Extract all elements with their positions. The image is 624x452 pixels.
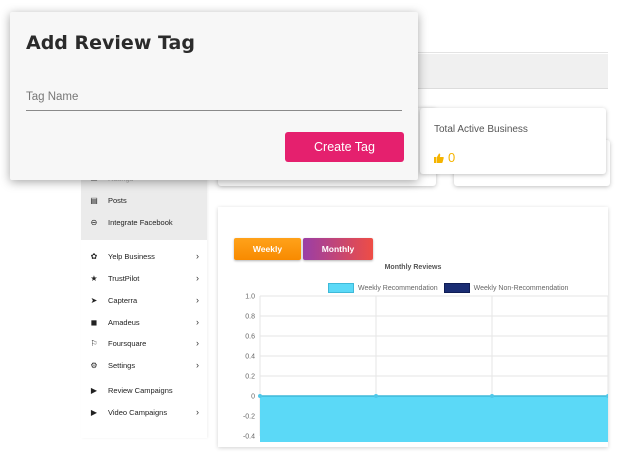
sub-header-bar bbox=[412, 54, 608, 89]
create-tag-button[interactable]: Create Tag bbox=[285, 132, 404, 162]
chevron-right-icon: › bbox=[196, 360, 199, 370]
gear-icon: ⚙ bbox=[90, 360, 98, 370]
thumbs-up-icon bbox=[434, 153, 444, 163]
card-label: Total Active Business bbox=[434, 124, 528, 135]
sidebar-item-label: Amadeus bbox=[108, 317, 140, 327]
sidebar-item-label: Yelp Business bbox=[108, 251, 155, 261]
card-value: 0 bbox=[434, 150, 455, 165]
total-active-business-card: Total Active Business 0 bbox=[420, 108, 606, 174]
capterra-icon: ➤ bbox=[90, 295, 98, 305]
series-area-recommendation bbox=[260, 396, 608, 442]
sidebar-item-yelp-business[interactable]: ✿ Yelp Business › bbox=[89, 249, 201, 263]
data-point[interactable] bbox=[490, 394, 494, 398]
monthly-reviews-panel: Weekly Monthly Monthly Reviews Weekly Re… bbox=[218, 207, 608, 447]
sidebar-item-label: TrustPilot bbox=[108, 273, 140, 283]
sidebar: ▭ Ratings ▤ Posts ⊖ Integrate Facebook ✿… bbox=[81, 168, 207, 438]
y-tick-label: 0 bbox=[251, 394, 255, 401]
sidebar-item-label: Capterra bbox=[108, 295, 138, 305]
link-icon: ⊖ bbox=[90, 217, 98, 227]
sidebar-item-integrate-facebook[interactable]: ⊖ Integrate Facebook bbox=[89, 215, 201, 229]
sidebar-item-trustpilot[interactable]: ★ TrustPilot › bbox=[89, 271, 201, 285]
y-tick-label: 0.8 bbox=[245, 314, 255, 321]
y-tick-label: 0.2 bbox=[245, 374, 255, 381]
video-icon: ▶ bbox=[90, 385, 98, 395]
posts-icon: ▤ bbox=[90, 195, 98, 205]
sidebar-item-label: Review Campaigns bbox=[108, 385, 173, 395]
sidebar-item-label: Posts bbox=[108, 195, 127, 205]
star-icon: ★ bbox=[90, 273, 98, 283]
sidebar-item-foursquare[interactable]: ⚐ Foursquare › bbox=[89, 336, 201, 350]
y-tick-label: 0.4 bbox=[245, 354, 255, 361]
y-tick-label: 0.6 bbox=[245, 334, 255, 341]
chevron-right-icon: › bbox=[196, 295, 199, 305]
y-tick-label: -0.2 bbox=[243, 414, 255, 421]
sidebar-item-video-campaigns[interactable]: ▶ Video Campaigns › bbox=[89, 405, 201, 419]
data-point[interactable] bbox=[258, 394, 262, 398]
y-tick-label: 1.0 bbox=[245, 294, 255, 301]
chevron-right-icon: › bbox=[196, 317, 199, 327]
sidebar-item-review-campaigns[interactable]: ▶ Review Campaigns bbox=[89, 383, 201, 397]
sidebar-item-label: Integrate Facebook bbox=[108, 217, 173, 227]
chevron-right-icon: › bbox=[196, 251, 199, 261]
add-review-tag-modal: Add Review Tag Create Tag bbox=[10, 12, 418, 180]
chevron-right-icon: › bbox=[196, 407, 199, 417]
sidebar-item-settings[interactable]: ⚙ Settings › bbox=[89, 358, 201, 372]
yelp-icon: ✿ bbox=[90, 251, 98, 261]
sidebar-item-label: Settings bbox=[108, 360, 136, 370]
card-value-text: 0 bbox=[448, 150, 456, 165]
top-bar bbox=[412, 28, 608, 53]
sidebar-item-capterra[interactable]: ➤ Capterra › bbox=[89, 293, 201, 307]
chevron-right-icon: › bbox=[196, 338, 199, 348]
foursquare-icon: ⚐ bbox=[90, 338, 98, 348]
sidebar-item-posts[interactable]: ▤ Posts bbox=[89, 193, 201, 207]
tag-name-input[interactable] bbox=[26, 84, 402, 111]
chevron-right-icon: › bbox=[196, 273, 199, 283]
y-tick-label: -0.4 bbox=[243, 434, 255, 441]
sidebar-item-label: Video Campaigns bbox=[108, 407, 168, 417]
video-icon: ▶ bbox=[90, 407, 98, 417]
modal-title: Add Review Tag bbox=[26, 32, 195, 54]
data-point[interactable] bbox=[374, 394, 378, 398]
amadeus-icon: ◼ bbox=[90, 317, 98, 327]
chart-plot: 1.0 0.8 0.6 0.4 0.2 0 -0.2 -0.4 bbox=[243, 294, 608, 442]
sidebar-item-amadeus[interactable]: ◼ Amadeus › bbox=[89, 315, 201, 329]
sidebar-item-label: Foursquare bbox=[108, 338, 147, 348]
